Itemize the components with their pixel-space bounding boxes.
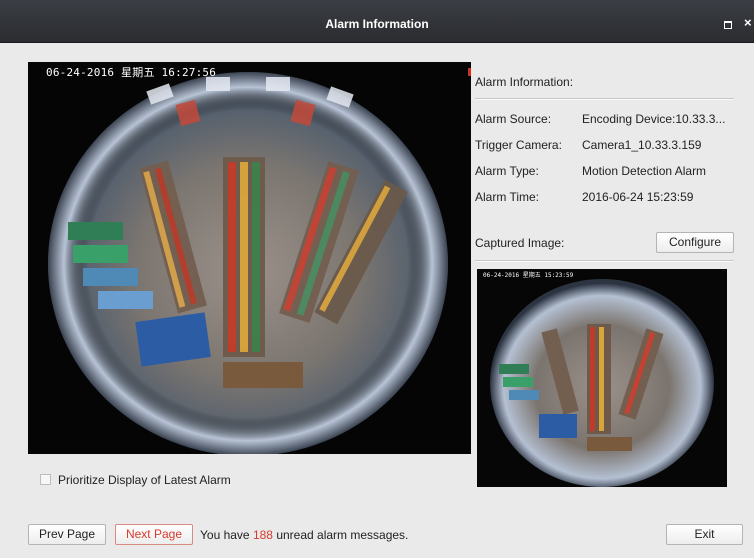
- exit-button[interactable]: Exit: [666, 524, 743, 545]
- configure-button[interactable]: Configure: [656, 232, 734, 253]
- alarm-type-value: Motion Detection Alarm: [582, 164, 707, 178]
- unread-status-text: You have 188 unread alarm messages.: [200, 528, 408, 542]
- alarm-video-view[interactable]: 06-24-2016 星期五 16:27:56: [28, 62, 471, 454]
- title-bar: Alarm Information ×: [0, 0, 754, 43]
- alarm-type-label: Alarm Type:: [475, 164, 539, 178]
- captured-fisheye-image: [490, 279, 714, 487]
- unread-count: 188: [252, 528, 273, 542]
- recording-marker: [468, 68, 471, 76]
- main-view-timestamp: 06-24-2016 星期五 16:27:56: [46, 66, 217, 79]
- next-page-button[interactable]: Next Page: [115, 524, 193, 545]
- divider: [475, 260, 734, 262]
- alarm-information-heading: Alarm Information:: [475, 75, 574, 89]
- fisheye-video-image: [48, 72, 448, 454]
- alarm-time-value: 2016-06-24 15:23:59: [582, 190, 694, 204]
- status-prefix: You have: [200, 528, 250, 542]
- alarm-time-label: Alarm Time:: [475, 190, 540, 204]
- captured-image-timestamp: 06-24-2016 星期五 15:23:59: [483, 272, 574, 279]
- trigger-camera-label: Trigger Camera:: [475, 138, 562, 152]
- prioritize-latest-label: Prioritize Display of Latest Alarm: [58, 473, 231, 487]
- status-suffix: unread alarm messages.: [276, 528, 409, 542]
- trigger-camera-value: Camera1_10.33.3.159: [582, 138, 702, 152]
- divider: [475, 98, 734, 100]
- prioritize-latest-checkbox[interactable]: [40, 474, 51, 485]
- captured-image-label: Captured Image:: [475, 236, 565, 250]
- close-icon[interactable]: ×: [744, 15, 752, 30]
- alarm-source-label: Alarm Source:: [475, 112, 552, 126]
- captured-image-view[interactable]: 06-24-2016 星期五 15:23:59: [477, 269, 727, 487]
- maximize-icon[interactable]: [724, 21, 732, 29]
- alarm-source-value: Encoding Device:10.33.3...: [582, 112, 726, 126]
- prev-page-button[interactable]: Prev Page: [28, 524, 106, 545]
- window-title: Alarm Information: [325, 17, 429, 31]
